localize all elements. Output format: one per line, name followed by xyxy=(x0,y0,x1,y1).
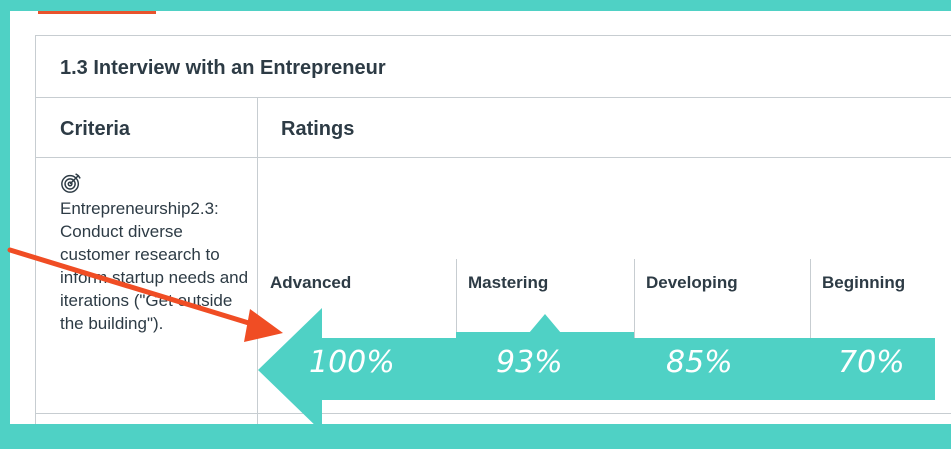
rating-label: Mastering xyxy=(468,273,549,292)
rating-advanced[interactable]: Advanced xyxy=(258,259,436,339)
rubric-header-row xyxy=(36,98,951,158)
row-bottom-border xyxy=(36,413,951,414)
screenshot-frame: 1.3 Interview with an Entrepreneur Crite… xyxy=(0,0,951,449)
rating-beginning[interactable]: Beginning xyxy=(810,259,951,339)
selected-rating-triangle xyxy=(529,314,561,333)
rating-label: Advanced xyxy=(270,273,352,292)
rating-separator xyxy=(634,259,635,339)
criterion-text: Entrepreneurship2.3: Conduct diverse cus… xyxy=(60,199,249,333)
active-tab-indicator xyxy=(38,11,156,14)
selected-rating-bar xyxy=(456,332,634,338)
rating-label: Developing xyxy=(646,273,738,292)
rating-separator xyxy=(810,259,811,339)
rating-separator xyxy=(456,259,457,339)
rubric-table: 1.3 Interview with an Entrepreneur Crite… xyxy=(35,35,951,424)
ratings-header: Ratings xyxy=(281,118,355,140)
rating-label: Beginning xyxy=(822,273,906,292)
criteria-header: Criteria xyxy=(60,118,131,140)
target-icon xyxy=(61,173,81,193)
criterion-cell: Entrepreneurship2.3: Conduct diverse cus… xyxy=(60,172,250,335)
rating-developing[interactable]: Developing xyxy=(634,259,810,339)
rubric-panel: 1.3 Interview with an Entrepreneur Crite… xyxy=(10,11,951,424)
rubric-title: 1.3 Interview with an Entrepreneur xyxy=(60,57,386,79)
